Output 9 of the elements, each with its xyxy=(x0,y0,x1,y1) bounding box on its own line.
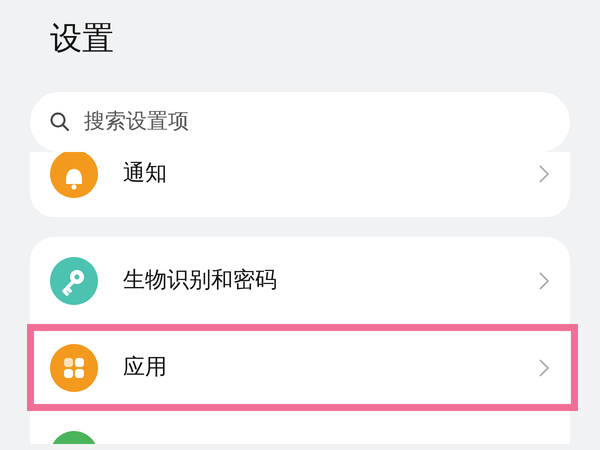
search-field[interactable]: 搜索设置项 xyxy=(30,92,570,152)
settings-item[interactable]: 应用 xyxy=(30,324,570,411)
chevron-right-icon xyxy=(538,270,550,290)
settings-item[interactable]: 通知 xyxy=(30,152,570,217)
chevron-right-icon xyxy=(538,164,550,184)
settings-item[interactable]: 生物识别和密码 xyxy=(30,237,570,324)
page-title: 设置 xyxy=(49,18,115,59)
chevron-right-icon xyxy=(538,358,550,378)
search-icon xyxy=(50,112,70,132)
